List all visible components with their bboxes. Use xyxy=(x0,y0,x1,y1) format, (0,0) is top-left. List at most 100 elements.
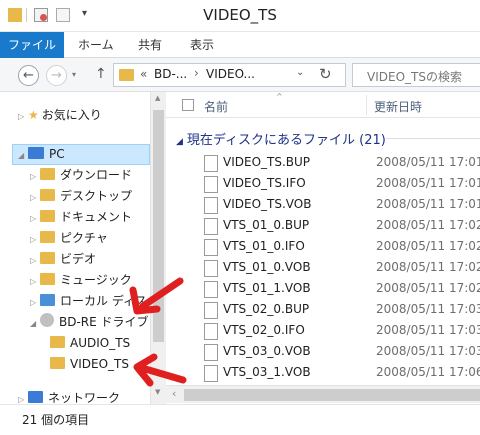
column-header: 名前 ^ 更新日時 xyxy=(166,92,480,118)
table-row[interactable]: VTS_02_0.IFO 2008/05/11 17:03 xyxy=(166,320,480,341)
sort-indicator-icon: ^ xyxy=(276,92,283,101)
file-icon xyxy=(204,281,218,298)
folder-icon xyxy=(119,69,134,81)
search-placeholder: VIDEO_TSの検索 xyxy=(367,70,462,84)
table-row[interactable]: VIDEO_TS.VOB 2008/05/11 17:01 xyxy=(166,194,480,215)
file-date: 2008/05/11 17:03 xyxy=(376,302,480,316)
group-header[interactable]: ◢ 現在ディスクにあるファイル (21) xyxy=(176,129,386,148)
windows-drive-icon xyxy=(40,294,55,306)
file-date: 2008/05/11 17:01 xyxy=(376,197,480,211)
horizontal-scrollbar[interactable]: ‹ xyxy=(166,385,480,403)
group-divider xyxy=(386,138,480,139)
window-title: VIDEO_TS xyxy=(203,6,277,24)
breadcrumb-drive[interactable]: BD-... xyxy=(154,67,187,81)
nav-item-favorites[interactable]: ▷ ★ お気に入り xyxy=(18,105,168,126)
annotation-arrow-bd-drive xyxy=(129,277,184,315)
breadcrumb-folder[interactable]: VIDEO... xyxy=(206,67,255,81)
recent-locations-icon[interactable]: ▾ xyxy=(72,70,76,79)
file-icon xyxy=(204,155,218,172)
nav-item-label: PC xyxy=(49,147,65,161)
pictures-folder-icon xyxy=(40,231,55,243)
table-row[interactable]: VTS_01_0.BUP 2008/05/11 17:02 xyxy=(166,215,480,236)
file-date: 2008/05/11 17:02 xyxy=(376,281,480,295)
table-row[interactable]: VTS_01_0.IFO 2008/05/11 17:02 xyxy=(166,236,480,257)
file-icon xyxy=(204,176,218,193)
refresh-icon[interactable]: ↻ xyxy=(319,65,332,83)
star-icon: ★ xyxy=(28,108,39,122)
tab-view[interactable]: 表示 xyxy=(190,32,214,58)
tab-share[interactable]: 共有 xyxy=(138,32,162,58)
file-date: 2008/05/11 17:06 xyxy=(376,365,480,379)
file-date: 2008/05/11 17:02 xyxy=(376,239,480,253)
annotation-arrow-video-ts xyxy=(133,353,187,387)
file-name: VTS_01_0.IFO xyxy=(223,239,305,253)
file-name: VTS_01_0.BUP xyxy=(223,218,310,232)
select-all-checkbox[interactable] xyxy=(182,99,194,111)
file-date: 2008/05/11 17:03 xyxy=(376,323,480,337)
file-date: 2008/05/11 17:01 xyxy=(376,155,480,169)
table-row[interactable]: VIDEO_TS.BUP 2008/05/11 17:01 xyxy=(166,152,480,173)
file-name: VTS_01_1.VOB xyxy=(223,281,311,295)
file-name: VIDEO_TS.VOB xyxy=(223,197,312,211)
file-icon xyxy=(204,260,218,277)
expand-icon[interactable]: ▷ xyxy=(18,106,28,126)
group-collapse-icon[interactable]: ◢ xyxy=(176,137,183,147)
table-row[interactable]: VTS_03_0.VOB 2008/05/11 17:03 xyxy=(166,341,480,362)
address-dropdown-icon[interactable]: ⌄ xyxy=(296,67,304,78)
breadcrumb-separator[interactable]: › xyxy=(194,66,199,80)
file-icon xyxy=(204,302,218,319)
file-date: 2008/05/11 17:01 xyxy=(376,176,480,190)
column-header-name[interactable]: 名前 xyxy=(204,98,228,115)
music-folder-icon xyxy=(40,273,55,285)
tab-file[interactable]: ファイル xyxy=(0,32,64,58)
address-bar[interactable]: « BD-... › VIDEO... ⌄ ↻ xyxy=(113,63,346,87)
nav-item-label: お気に入り xyxy=(41,108,102,122)
status-bar: 21 個の項目 xyxy=(0,404,480,435)
collapse-icon[interactable]: ◢ xyxy=(30,313,40,333)
file-icon xyxy=(204,239,218,256)
downloads-folder-icon xyxy=(40,168,55,180)
file-name: VTS_03_1.VOB xyxy=(223,365,311,379)
item-count: 21 個の項目 xyxy=(22,413,90,427)
search-box[interactable]: VIDEO_TSの検索 xyxy=(352,63,480,87)
table-row[interactable]: VTS_02_0.BUP 2008/05/11 17:03 xyxy=(166,299,480,320)
horizontal-scroll-thumb[interactable] xyxy=(184,389,480,401)
file-name: VTS_03_0.VOB xyxy=(223,344,311,358)
forward-arrow-icon: → xyxy=(51,68,62,83)
table-row[interactable]: VTS_01_0.VOB 2008/05/11 17:02 xyxy=(166,257,480,278)
breadcrumb-prefix[interactable]: « xyxy=(140,67,147,81)
file-name: VIDEO_TS.BUP xyxy=(223,155,311,169)
folder-icon xyxy=(50,336,65,348)
up-arrow-icon[interactable]: ↑ xyxy=(95,66,107,82)
folder-icon xyxy=(50,357,65,369)
tab-home[interactable]: ホーム xyxy=(78,32,114,58)
nav-item-pc[interactable]: ◢ PC xyxy=(18,144,168,165)
file-icon xyxy=(204,344,218,361)
address-row: ← → ▾ ↑ « BD-... › VIDEO... ⌄ ↻ VIDEO_TS… xyxy=(0,58,480,92)
file-date: 2008/05/11 17:03 xyxy=(376,344,480,358)
file-name: VIDEO_TS.IFO xyxy=(223,176,306,190)
videos-folder-icon xyxy=(40,252,55,264)
group-label: 現在ディスクにあるファイル (21) xyxy=(186,133,386,148)
table-row[interactable]: VIDEO_TS.IFO 2008/05/11 17:01 xyxy=(166,173,480,194)
file-date: 2008/05/11 17:02 xyxy=(376,260,480,274)
title-bar: ▾ VIDEO_TS xyxy=(0,0,480,32)
forward-button[interactable]: → xyxy=(46,65,67,86)
back-arrow-icon: ← xyxy=(23,68,34,83)
back-button[interactable]: ← xyxy=(18,65,39,86)
table-row[interactable]: VTS_01_1.VOB 2008/05/11 17:02 xyxy=(166,278,480,299)
file-icon xyxy=(204,218,218,235)
file-list: 名前 ^ 更新日時 ◢ 現在ディスクにあるファイル (21) VIDEO_TS.B… xyxy=(166,92,480,404)
disc-icon xyxy=(40,313,54,327)
file-rows: VIDEO_TS.BUP 2008/05/11 17:01 VIDEO_TS.IFO… xyxy=(166,152,480,385)
table-row[interactable]: VTS_03_1.VOB 2008/05/11 17:06 xyxy=(166,362,480,383)
file-icon xyxy=(204,365,218,382)
column-header-date[interactable]: 更新日時 xyxy=(374,98,422,115)
collapse-icon[interactable]: ◢ xyxy=(18,145,28,165)
documents-folder-icon xyxy=(40,210,55,222)
computer-icon xyxy=(28,147,44,159)
ribbon-tabs: ファイル ホーム 共有 表示 xyxy=(0,32,480,58)
column-divider[interactable] xyxy=(366,95,367,115)
desktop-folder-icon xyxy=(40,189,55,201)
scroll-up-icon[interactable]: ▲ xyxy=(155,94,160,102)
